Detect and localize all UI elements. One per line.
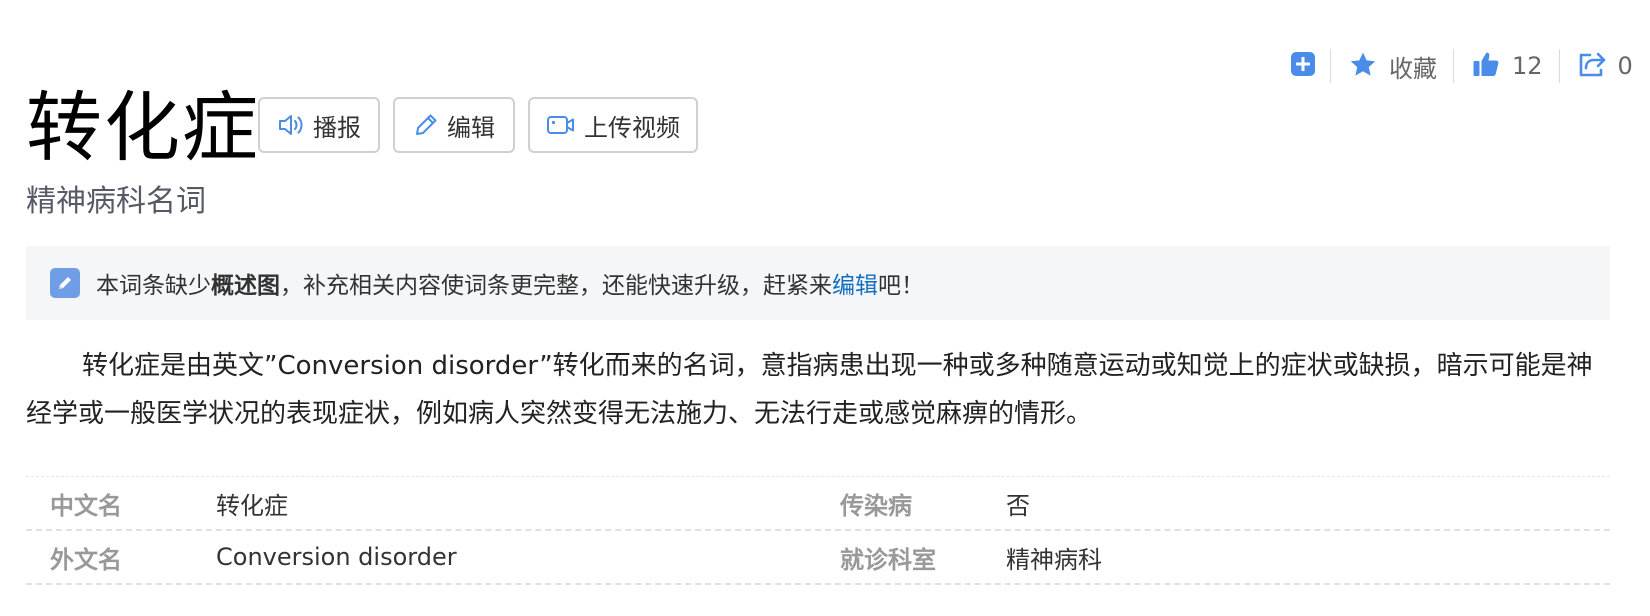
broadcast-button[interactable]: 播报 bbox=[258, 97, 380, 153]
basic-info-table: 中文名 转化症 传染病 否 外文名 Conversion disorder 就诊… bbox=[26, 476, 1610, 585]
info-value: 精神病科 bbox=[1006, 545, 1102, 574]
notice-prefix: 本词条缺少 bbox=[96, 273, 211, 299]
edit-pen-icon bbox=[50, 268, 80, 298]
speaker-icon bbox=[277, 112, 305, 138]
info-value: 否 bbox=[1006, 491, 1030, 520]
info-row: 外文名 Conversion disorder 就诊科室 精神病科 bbox=[26, 531, 1610, 585]
notice-edit-link[interactable]: 编辑 bbox=[832, 266, 878, 300]
share-icon bbox=[1578, 51, 1606, 81]
like-button[interactable]: 12 bbox=[1454, 46, 1559, 86]
page-title: 转化症 bbox=[26, 83, 260, 172]
plus-square-icon bbox=[1290, 51, 1316, 81]
info-value: 转化症 bbox=[216, 491, 288, 520]
title-toolbar: 播报 编辑 上传视频 bbox=[258, 97, 698, 153]
summary-paragraph: 转化症是由英文”Conversion disorder”转化而来的名词，意指病患… bbox=[26, 351, 1593, 429]
thumbs-up-icon bbox=[1472, 50, 1500, 82]
info-value: Conversion disorder bbox=[216, 543, 457, 571]
notice-bold: 概述图 bbox=[211, 273, 280, 299]
info-key: 传染病 bbox=[840, 491, 912, 520]
favorite-label: 收藏 bbox=[1389, 54, 1437, 83]
share-button[interactable]: 0 bbox=[1560, 46, 1633, 86]
info-key: 中文名 bbox=[50, 491, 122, 520]
edit-button[interactable]: 编辑 bbox=[393, 97, 515, 153]
like-count: 12 bbox=[1512, 52, 1543, 80]
info-key: 就诊科室 bbox=[840, 545, 936, 574]
star-icon bbox=[1349, 51, 1377, 82]
page-subtitle: 精神病科名词 bbox=[26, 184, 206, 219]
notice-suffix: 吧！ bbox=[878, 273, 924, 299]
add-button[interactable] bbox=[1290, 46, 1330, 86]
broadcast-label: 播报 bbox=[313, 113, 361, 142]
action-bar: 收藏 12 0 bbox=[1290, 46, 1633, 86]
upload-video-label: 上传视频 bbox=[584, 113, 680, 142]
edit-label: 编辑 bbox=[447, 113, 495, 142]
pencil-icon bbox=[413, 112, 439, 138]
notice-middle: ，补充相关内容使词条更完整，还能快速升级，赶紧来 bbox=[280, 273, 832, 299]
share-count: 0 bbox=[1617, 52, 1633, 80]
video-camera-icon bbox=[546, 113, 576, 137]
info-key: 外文名 bbox=[50, 545, 122, 574]
missing-image-notice: 本词条缺少 概述图 ，补充相关内容使词条更完整，还能快速升级，赶紧来 编辑 吧！ bbox=[26, 246, 1610, 320]
favorite-button[interactable]: 收藏 bbox=[1331, 46, 1453, 86]
upload-video-button[interactable]: 上传视频 bbox=[528, 97, 698, 153]
info-row: 中文名 转化症 传染病 否 bbox=[26, 477, 1610, 531]
